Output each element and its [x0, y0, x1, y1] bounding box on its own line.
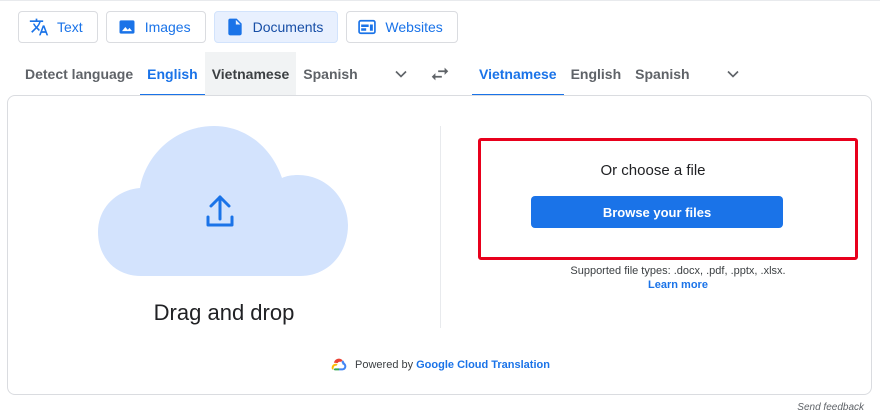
source-language-bar: Detect language English Vietnamese Spani…: [18, 52, 421, 96]
target-lang-vietnamese[interactable]: Vietnamese: [472, 52, 564, 96]
mode-documents-button[interactable]: Documents: [213, 11, 339, 43]
source-lang-detect[interactable]: Detect language: [18, 52, 140, 96]
learn-more-link[interactable]: Learn more: [478, 279, 878, 291]
chevron-down-icon: [395, 70, 407, 78]
cloud-upload-icon: [98, 126, 348, 276]
source-lang-vietnamese[interactable]: Vietnamese: [204, 52, 297, 96]
source-more-languages-button[interactable]: [381, 52, 421, 96]
google-cloud-icon: [331, 358, 347, 371]
send-feedback-link[interactable]: Send feedback: [797, 402, 864, 413]
supported-file-types: Supported file types: .docx, .pdf, .pptx…: [570, 265, 786, 277]
target-lang-english[interactable]: English: [564, 52, 629, 96]
card-divider: [440, 126, 441, 328]
source-lang-english[interactable]: English: [140, 52, 205, 96]
chevron-down-icon: [727, 70, 739, 78]
document-upload-card: Drag and drop Or choose a file Browse yo…: [7, 95, 872, 395]
source-lang-spanish[interactable]: Spanish: [296, 52, 364, 96]
drag-drop-label: Drag and drop: [153, 300, 295, 325]
translate-icon: [29, 17, 49, 37]
document-icon: [225, 17, 245, 37]
powered-by-prefix: Powered by: [355, 358, 414, 371]
google-cloud-translation-link[interactable]: Google Cloud Translation: [416, 359, 550, 371]
target-lang-spanish[interactable]: Spanish: [628, 52, 696, 96]
target-more-languages-button[interactable]: [713, 52, 753, 96]
image-icon: [117, 17, 137, 37]
target-language-bar: Vietnamese English Spanish: [472, 52, 753, 96]
choose-file-label: Or choose a file: [600, 162, 706, 179]
swap-icon: [431, 67, 449, 81]
powered-by: Powered by Google Cloud Translation: [8, 358, 873, 371]
browse-files-button[interactable]: Browse your files: [531, 196, 783, 228]
mode-documents-label: Documents: [252, 19, 324, 35]
mode-text-button[interactable]: Text: [18, 11, 98, 43]
mode-text-label: Text: [57, 19, 83, 35]
mode-images-label: Images: [144, 19, 191, 35]
mode-websites-button[interactable]: Websites: [346, 11, 458, 43]
swap-languages-button[interactable]: [428, 62, 452, 86]
website-icon: [357, 17, 377, 37]
mode-selector: Text Images Documents Websites: [18, 11, 458, 43]
mode-websites-label: Websites: [385, 19, 443, 35]
mode-images-button[interactable]: Images: [105, 11, 206, 43]
top-divider: [0, 0, 880, 1]
upload-drop-zone[interactable]: [96, 124, 352, 285]
